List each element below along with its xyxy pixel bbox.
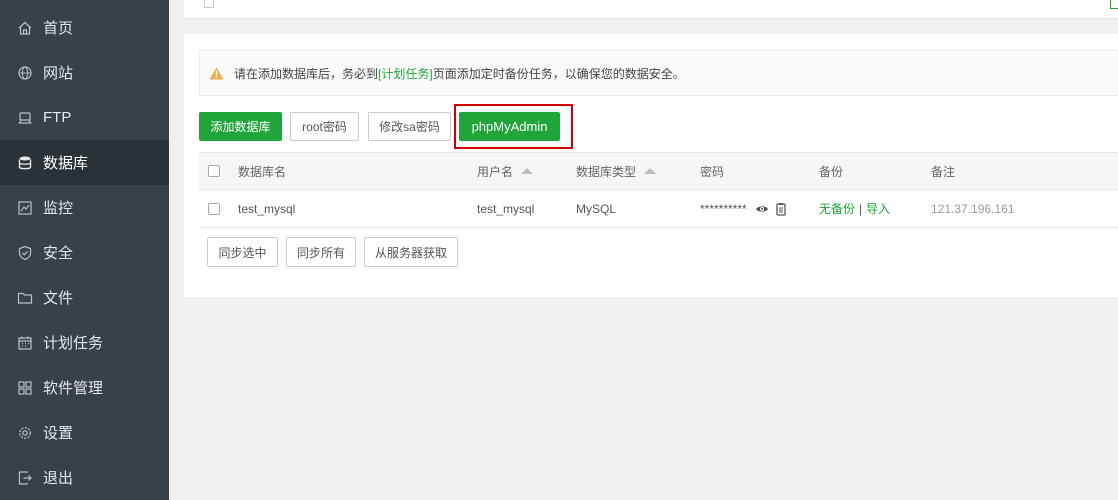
sort-asc-icon [521, 168, 534, 174]
header-username-label: 用户名 [477, 164, 514, 179]
sidebar-item-label: 监控 [43, 200, 74, 217]
sidebar-item-files[interactable]: 文件 [0, 275, 169, 320]
eye-icon[interactable] [755, 202, 769, 216]
change-sa-password-button[interactable]: 修改sa密码 [368, 112, 451, 141]
corner-icon [1110, 0, 1118, 9]
top-card [184, 0, 1118, 19]
database-table: 数据库名 用户名 数据库类型 密码 备份 备注 test_mysql test_… [199, 152, 1118, 228]
globe-icon [17, 65, 33, 81]
fetch-from-server-button[interactable]: 从服务器获取 [364, 237, 458, 267]
header-db-name: 数据库名 [238, 164, 287, 179]
sidebar-item-label: FTP [43, 109, 72, 126]
header-db-type-label: 数据库类型 [576, 164, 637, 179]
sidebar-item-software[interactable]: 软件管理 [0, 365, 169, 410]
no-backup-link[interactable]: 无备份 [819, 200, 855, 217]
cell-password: ********** [700, 190, 788, 227]
import-link[interactable]: 导入 [866, 200, 890, 217]
sidebar-item-security[interactable]: 安全 [0, 230, 169, 275]
sidebar-item-label: 退出 [43, 470, 74, 487]
sidebar-item-label: 设置 [43, 425, 74, 442]
sidebar-item-label: 首页 [43, 20, 74, 37]
folder-icon [17, 290, 33, 306]
sidebar-item-logout[interactable]: 退出 [0, 455, 169, 500]
notice-text-before: 请在添加数据库后，务必到 [234, 66, 379, 81]
gear-icon [17, 425, 33, 441]
cell-backup: 无备份 | 导入 [819, 190, 890, 227]
sidebar-item-settings[interactable]: 设置 [0, 410, 169, 455]
root-password-button[interactable]: root密码 [290, 112, 359, 141]
cell-db-type: MySQL [576, 201, 617, 216]
header-remark: 备注 [931, 164, 956, 179]
header-db-type[interactable]: 数据库类型 [576, 153, 657, 189]
password-mask: ********** [700, 201, 747, 216]
sidebar-item-cron[interactable]: 计划任务 [0, 320, 169, 365]
cell-db-name: test_mysql [238, 201, 296, 216]
add-database-button[interactable]: 添加数据库 [199, 112, 282, 141]
phpmyadmin-button[interactable]: phpMyAdmin [459, 112, 560, 141]
sidebar-item-label: 数据库 [43, 155, 89, 172]
ftp-icon [17, 110, 33, 126]
sidebar-item-monitor[interactable]: 监控 [0, 185, 169, 230]
header-password: 密码 [700, 164, 725, 179]
apps-icon [17, 380, 33, 396]
sort-asc-icon [644, 168, 657, 174]
table-header: 数据库名 用户名 数据库类型 密码 备份 备注 [199, 152, 1118, 190]
copy-icon[interactable] [774, 202, 788, 216]
sidebar-item-label: 网站 [43, 65, 74, 82]
cell-remark[interactable]: 121.37.196.161 [931, 190, 1014, 227]
row-checkbox[interactable] [208, 202, 220, 215]
sidebar: 首页 网站 FTP 数据库 监控 安全 文件 计划任务 软件管理 设置 退出 [0, 0, 169, 500]
sync-selected-button[interactable]: 同步选中 [207, 237, 278, 267]
header-username[interactable]: 用户名 [477, 153, 534, 189]
sidebar-item-website[interactable]: 网站 [0, 50, 169, 95]
separator: | [859, 201, 863, 216]
sidebar-item-label: 软件管理 [43, 380, 104, 397]
notice-text-after: 页面添加定时备份任务，以确保您的数据安全。 [432, 66, 685, 81]
sidebar-item-label: 文件 [43, 290, 74, 307]
warning-icon [209, 67, 224, 79]
collapsed-icon [204, 0, 214, 8]
sidebar-item-ftp[interactable]: FTP [0, 95, 169, 140]
cell-username: test_mysql [477, 201, 535, 216]
shield-icon [17, 245, 33, 261]
calendar-icon [17, 335, 33, 351]
sidebar-item-label: 安全 [43, 245, 74, 262]
home-icon [17, 20, 33, 36]
table-row: test_mysql test_mysql MySQL ********** 无… [199, 190, 1118, 228]
header-backup: 备份 [819, 164, 844, 179]
select-all-checkbox[interactable] [208, 165, 220, 177]
sidebar-item-database[interactable]: 数据库 [0, 140, 169, 185]
sidebar-item-home[interactable]: 首页 [0, 5, 169, 50]
monitor-icon [17, 200, 33, 216]
cron-task-link[interactable]: [计划任务] [378, 65, 433, 82]
sync-all-button[interactable]: 同步所有 [286, 237, 356, 267]
logout-icon [17, 470, 33, 486]
database-panel: 请在添加数据库后，务必到 [计划任务] 页面添加定时备份任务，以确保您的数据安全… [184, 34, 1118, 297]
backup-notice: 请在添加数据库后，务必到 [计划任务] 页面添加定时备份任务，以确保您的数据安全… [199, 50, 1118, 96]
database-icon [17, 155, 33, 171]
sidebar-item-label: 计划任务 [43, 335, 104, 352]
